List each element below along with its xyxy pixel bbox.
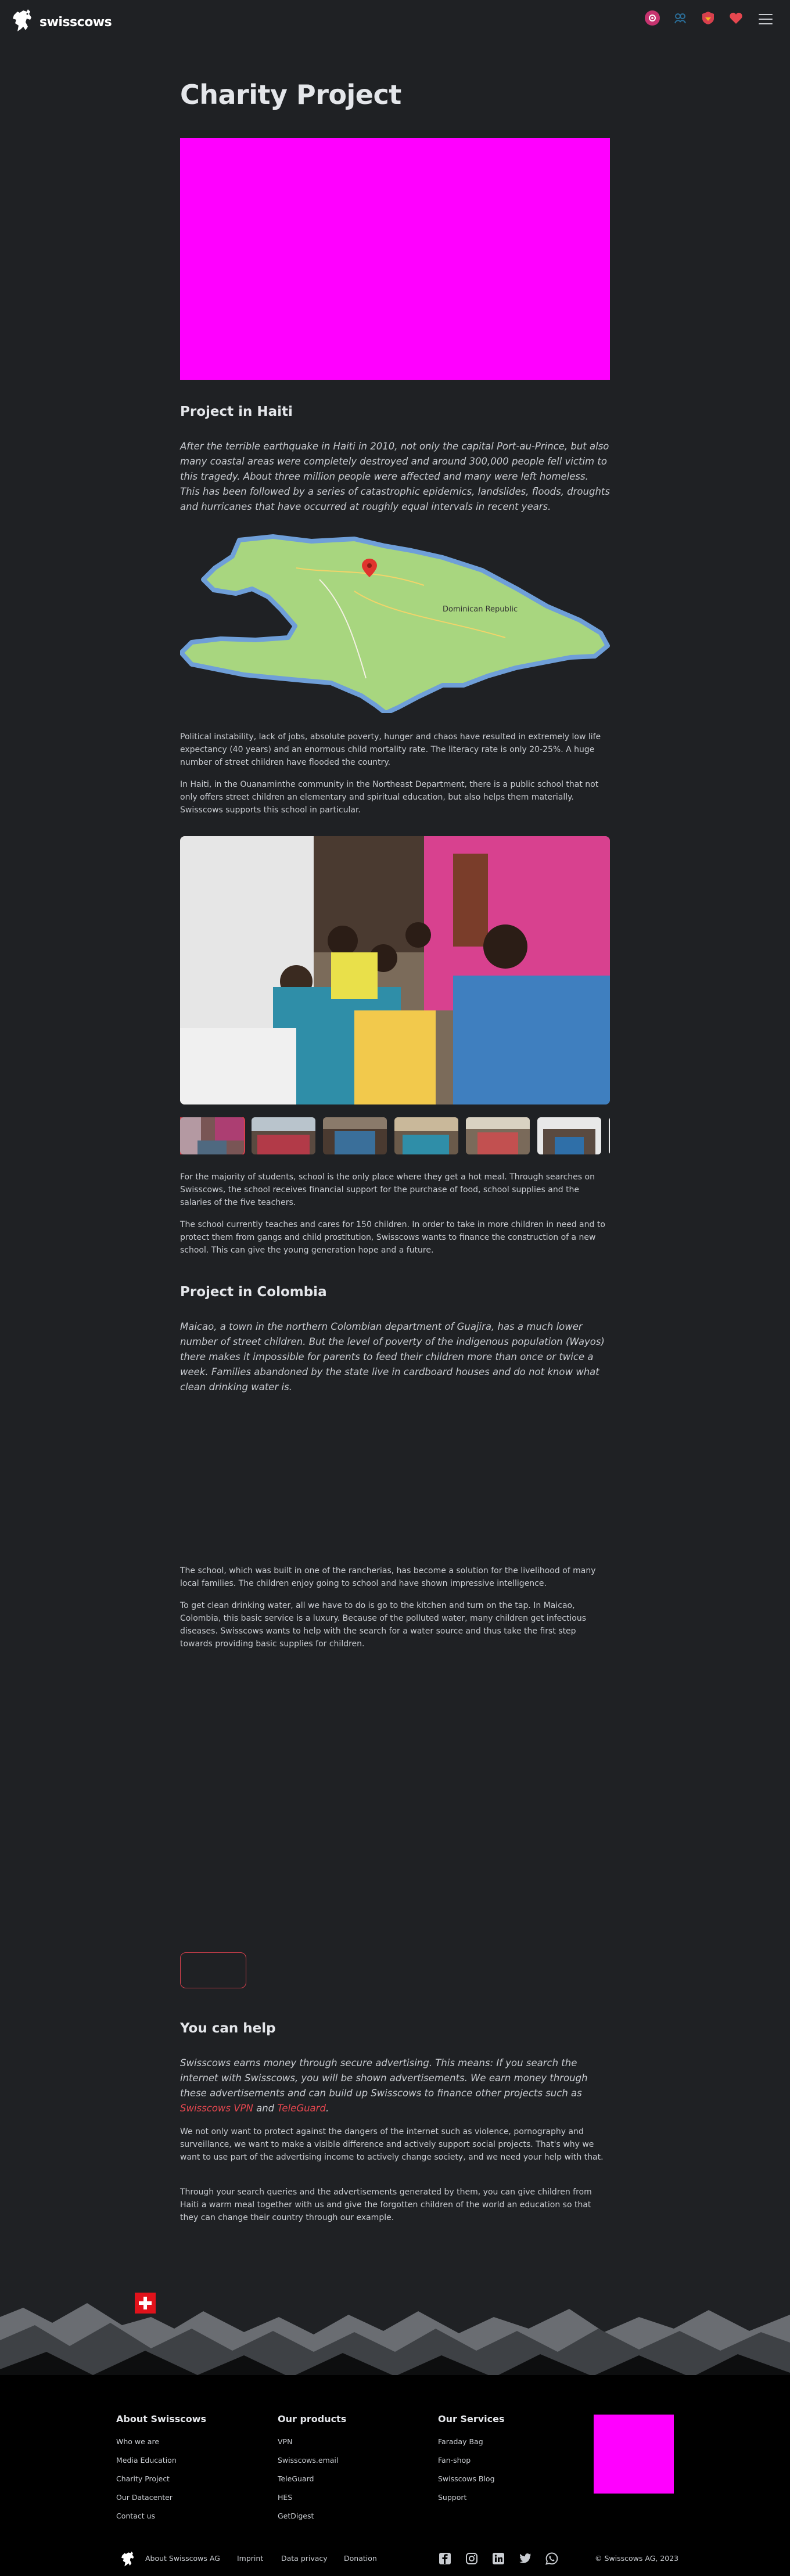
hamburger-menu-icon[interactable] <box>759 14 773 24</box>
facebook-icon[interactable] <box>438 2552 452 2566</box>
footer-link[interactable]: Swisscows.email <box>278 2451 346 2470</box>
footer-services-title: Our Services <box>438 2413 505 2424</box>
help-lead-text: Swisscows earns money through secure adv… <box>180 2057 588 2099</box>
haiti-paragraph-3: For the majority of students, school is … <box>180 1172 595 1207</box>
gallery-thumb[interactable] <box>609 1117 610 1154</box>
teleguard-icon[interactable] <box>673 10 688 26</box>
help-heading: You can help <box>180 2021 276 2036</box>
footer-services: Our Services Faraday Bag Fan-shop Swissc… <box>438 2413 505 2507</box>
footer-bottom-bar: About Swisscows AG Imprint Data privacy … <box>0 2547 790 2570</box>
gallery-thumb[interactable] <box>466 1117 530 1154</box>
cow-logo-icon <box>13 9 31 31</box>
cow-logo-icon[interactable] <box>120 2549 137 2568</box>
vpn-icon[interactable] <box>701 10 716 26</box>
colombia-lead: Maicao, a town in the northern Colombian… <box>180 1321 605 1393</box>
footer-link[interactable]: Charity Project <box>116 2470 206 2488</box>
heart-icon[interactable] <box>728 10 744 26</box>
header-apps <box>645 10 744 26</box>
help-paragraph-1: We not only want to protect against the … <box>180 2127 604 2162</box>
footer-link[interactable]: Faraday Bag <box>438 2433 505 2451</box>
gallery-thumb[interactable] <box>323 1117 387 1154</box>
linkedin-icon[interactable] <box>491 2552 505 2566</box>
footer-bottom-link[interactable]: Imprint <box>237 2554 263 2563</box>
swiss-flag-icon <box>135 2293 156 2314</box>
help-paragraph-2: Through your search queries and the adve… <box>180 2188 592 2222</box>
footer-link[interactable]: Media Education <box>116 2451 206 2470</box>
gallery-thumb[interactable] <box>180 1117 245 1154</box>
help-lead-end: . <box>325 2103 329 2114</box>
hero-video[interactable] <box>180 138 610 380</box>
site-header: swisscows <box>0 0 790 42</box>
site-footer: About Swisscows Who we are Media Educati… <box>0 2375 790 2576</box>
footer-bottom-link[interactable]: Donation <box>344 2554 377 2563</box>
footer-link[interactable]: Fan-shop <box>438 2451 505 2470</box>
swisscows-vpn-link[interactable]: Swisscows VPN <box>180 2103 253 2114</box>
copyright: © Swisscows AG, 2023 <box>595 2554 679 2563</box>
gallery-thumb[interactable] <box>394 1117 458 1154</box>
footer-app-qr[interactable] <box>594 2415 674 2494</box>
footer-link[interactable]: Swisscows Blog <box>438 2470 505 2488</box>
footer-about: About Swisscows Who we are Media Educati… <box>116 2413 206 2525</box>
haiti-heading: Project in Haiti <box>180 404 293 419</box>
brand-name: swisscows <box>40 15 112 30</box>
gallery-thumbnails <box>180 1117 610 1154</box>
footer-link[interactable]: Contact us <box>116 2507 206 2525</box>
haiti-paragraph-4: The school currently teaches and cares f… <box>180 1220 605 1255</box>
help-lead-and: and <box>253 2103 278 2114</box>
haiti-paragraph-2: In Haiti, in the Ouanaminthe community i… <box>180 780 599 815</box>
social-links <box>438 2552 559 2566</box>
footer-link[interactable]: Who we are <box>116 2433 206 2451</box>
page-title: Charity Project <box>180 79 401 110</box>
footer-products: Our products VPN Swisscows.email TeleGua… <box>278 2413 346 2525</box>
haiti-map: Dominican Republic <box>180 534 610 713</box>
colombia-heading: Project in Colombia <box>180 1285 327 1300</box>
email-icon[interactable] <box>645 10 660 26</box>
twitter-icon[interactable] <box>518 2552 532 2566</box>
help-lead: Swisscows earns money through secure adv… <box>180 2056 610 2116</box>
haiti-lead: After the terrible earthquake in Haiti i… <box>180 441 610 512</box>
footer-bottom-link[interactable]: Data privacy <box>281 2554 328 2563</box>
colombia-paragraph-2: To get clean drinking water, all we have… <box>180 1601 587 1649</box>
gallery-thumb[interactable] <box>252 1117 315 1154</box>
footer-link[interactable]: Our Datacenter <box>116 2488 206 2507</box>
map-country-label: Dominican Republic <box>443 605 518 614</box>
teleguard-link[interactable]: TeleGuard <box>277 2103 326 2114</box>
instagram-icon[interactable] <box>465 2552 479 2566</box>
footer-link[interactable]: HES <box>278 2488 346 2507</box>
footer-link[interactable]: VPN <box>278 2433 346 2451</box>
donate-button[interactable] <box>180 1952 246 1988</box>
footer-link[interactable]: Support <box>438 2488 505 2507</box>
whatsapp-icon[interactable] <box>545 2552 559 2566</box>
footer-products-title: Our products <box>278 2413 347 2424</box>
colombia-paragraph-1: The school, which was built in one of th… <box>180 1566 596 1588</box>
haiti-paragraph-1: Political instability, lack of jobs, abs… <box>180 732 601 767</box>
gallery-main-image[interactable] <box>180 836 610 1104</box>
logo[interactable]: swisscows <box>10 6 112 34</box>
footer-link[interactable]: TeleGuard <box>278 2470 346 2488</box>
gallery-thumb[interactable] <box>537 1117 601 1154</box>
footer-link[interactable]: GetDigest <box>278 2507 346 2525</box>
footer-bottom-link[interactable]: About Swisscows AG <box>145 2554 220 2563</box>
footer-about-title: About Swisscows <box>116 2413 207 2424</box>
